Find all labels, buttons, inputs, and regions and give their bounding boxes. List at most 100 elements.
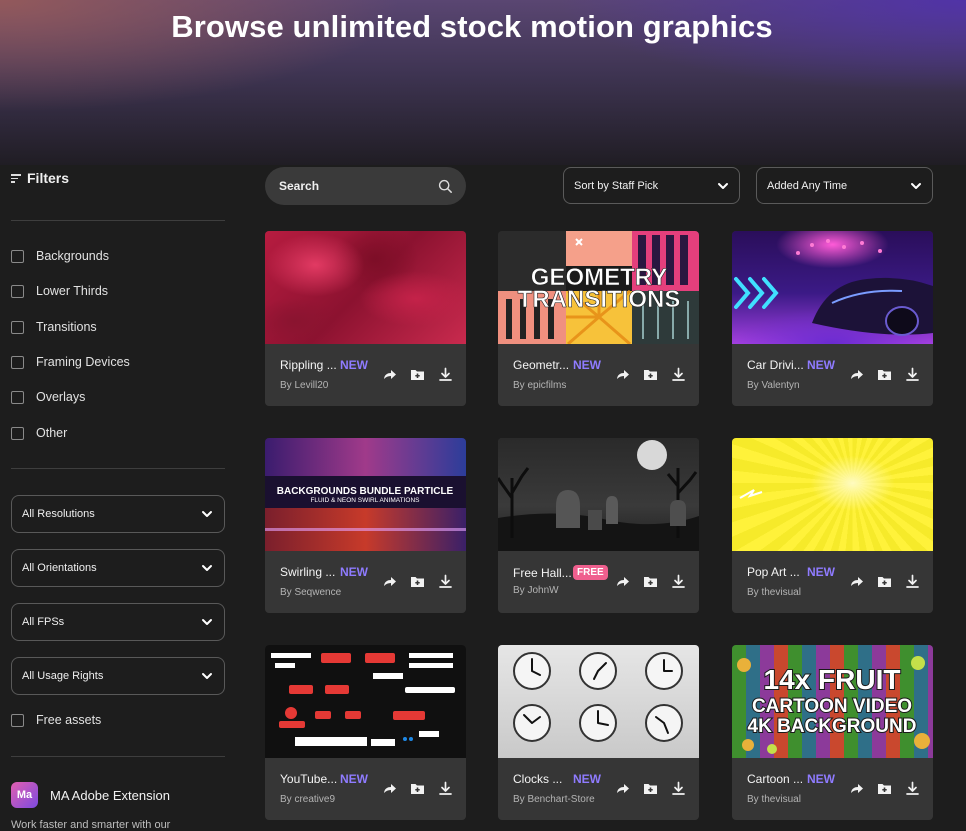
extension-title[interactable]: MA Adobe Extension xyxy=(50,788,170,803)
add-to-folder-icon[interactable] xyxy=(410,574,425,589)
filters-heading[interactable]: Filters xyxy=(11,170,69,186)
pop-art-thumbnail-art xyxy=(739,489,763,499)
orientation-select[interactable]: All Orientations xyxy=(11,549,225,587)
thumbnail[interactable] xyxy=(265,231,466,344)
add-to-folder-icon[interactable] xyxy=(643,781,658,796)
asset-card[interactable]: Free Hall... FREE By JohnW xyxy=(498,438,699,613)
card-title[interactable]: YouTube... xyxy=(280,772,338,786)
add-to-folder-icon[interactable] xyxy=(877,367,892,382)
share-icon[interactable] xyxy=(615,781,630,796)
thumbnail[interactable] xyxy=(498,438,699,551)
category-backgrounds[interactable]: Backgrounds xyxy=(11,249,109,263)
share-icon[interactable] xyxy=(615,367,630,382)
download-icon[interactable] xyxy=(671,367,686,382)
hero-title: Browse unlimited stock motion graphics xyxy=(171,9,773,44)
card-title[interactable]: Free Hall... xyxy=(513,566,571,580)
card-title[interactable]: Clocks ... xyxy=(513,772,571,786)
category-framing-devices[interactable]: Framing Devices xyxy=(11,355,130,369)
chevron-down-icon xyxy=(202,673,212,679)
thumbnail[interactable]: BACKGROUNDS BUNDLE PARTICLE FLUID & NEON… xyxy=(265,438,466,551)
fps-select[interactable]: All FPSs xyxy=(11,603,225,641)
card-author[interactable]: By creative9 xyxy=(280,794,335,805)
download-icon[interactable] xyxy=(905,367,920,382)
category-overlays[interactable]: Overlays xyxy=(11,390,85,404)
card-author[interactable]: By thevisual xyxy=(747,794,801,805)
checkbox[interactable] xyxy=(11,320,24,334)
add-to-folder-icon[interactable] xyxy=(643,367,658,382)
share-icon[interactable] xyxy=(382,781,397,796)
share-icon[interactable] xyxy=(849,781,864,796)
add-to-folder-icon[interactable] xyxy=(877,574,892,589)
asset-card[interactable]: BACKGROUNDS BUNDLE PARTICLE FLUID & NEON… xyxy=(265,438,466,613)
thumbnail[interactable] xyxy=(732,438,933,551)
thumb-text-transitions: TRANSITIONS xyxy=(518,286,681,313)
asset-card[interactable]: Pop Art ... NEW By thevisual xyxy=(732,438,933,613)
download-icon[interactable] xyxy=(905,574,920,589)
asset-card[interactable]: 14x FRUIT CARTOON VIDEO 4K BACKGROUND Ca… xyxy=(732,645,933,820)
card-author[interactable]: By JohnW xyxy=(513,585,559,596)
sort-select[interactable]: Sort by Staff Pick xyxy=(563,167,740,204)
category-transitions[interactable]: Transitions xyxy=(11,320,97,334)
download-icon[interactable] xyxy=(905,781,920,796)
share-icon[interactable] xyxy=(849,574,864,589)
download-icon[interactable] xyxy=(671,781,686,796)
download-icon[interactable] xyxy=(438,367,453,382)
checkbox[interactable] xyxy=(11,713,24,727)
share-icon[interactable] xyxy=(849,367,864,382)
download-icon[interactable] xyxy=(438,781,453,796)
checkbox[interactable] xyxy=(11,390,24,404)
search-icon[interactable] xyxy=(438,179,453,194)
card-title[interactable]: Geometr... xyxy=(513,358,571,372)
new-badge: NEW xyxy=(340,772,368,786)
add-to-folder-icon[interactable] xyxy=(410,781,425,796)
add-to-folder-icon[interactable] xyxy=(410,367,425,382)
search-input[interactable] xyxy=(279,179,419,193)
category-other[interactable]: Other xyxy=(11,426,67,440)
card-title[interactable]: Car Drivi... xyxy=(747,358,805,372)
category-label: Framing Devices xyxy=(36,355,130,369)
category-lower-thirds[interactable]: Lower Thirds xyxy=(11,284,108,298)
asset-card[interactable]: YouTube... NEW By creative9 xyxy=(265,645,466,820)
add-to-folder-icon[interactable] xyxy=(877,781,892,796)
asset-card[interactable]: GEOMETRY TRANSITIONS Geometr... NEW By e… xyxy=(498,231,699,406)
free-assets-label: Free assets xyxy=(36,713,102,727)
thumbnail[interactable]: 14x FRUIT CARTOON VIDEO 4K BACKGROUND xyxy=(732,645,933,758)
asset-card[interactable]: Car Drivi... NEW By Valentyn xyxy=(732,231,933,406)
card-title[interactable]: Swirling ... xyxy=(280,565,338,579)
time-select[interactable]: Added Any Time xyxy=(756,167,933,204)
asset-card[interactable]: Clocks ... NEW By Benchart-Store xyxy=(498,645,699,820)
checkbox[interactable] xyxy=(11,284,24,298)
divider xyxy=(11,220,225,221)
thumbnail[interactable] xyxy=(498,645,699,758)
thumbnail[interactable] xyxy=(265,645,466,758)
resolution-select[interactable]: All Resolutions xyxy=(11,495,225,533)
asset-card[interactable]: Rippling ... NEW By Levill20 xyxy=(265,231,466,406)
card-author[interactable]: By epicfilms xyxy=(513,380,566,391)
new-badge: NEW xyxy=(573,772,601,786)
thumbnail[interactable]: GEOMETRY TRANSITIONS xyxy=(498,231,699,344)
share-icon[interactable] xyxy=(382,574,397,589)
card-title[interactable]: Pop Art ... xyxy=(747,565,805,579)
checkbox[interactable] xyxy=(11,355,24,369)
checkbox[interactable] xyxy=(11,426,24,440)
add-to-folder-icon[interactable] xyxy=(643,574,658,589)
card-author[interactable]: By Valentyn xyxy=(747,380,800,391)
card-title[interactable]: Cartoon ... xyxy=(747,772,805,786)
search-bar[interactable] xyxy=(265,167,466,205)
free-assets-filter[interactable]: Free assets xyxy=(11,713,101,727)
select-value: All Orientations xyxy=(22,562,97,574)
card-title[interactable]: Rippling ... xyxy=(280,358,338,372)
download-icon[interactable] xyxy=(671,574,686,589)
usage-rights-select[interactable]: All Usage Rights xyxy=(11,657,225,695)
card-author[interactable]: By Seqwence xyxy=(280,587,341,598)
share-icon[interactable] xyxy=(382,367,397,382)
thumbnail[interactable] xyxy=(732,231,933,344)
chevron-down-icon xyxy=(202,565,212,571)
card-author[interactable]: By Levill20 xyxy=(280,380,328,391)
card-author[interactable]: By thevisual xyxy=(747,587,801,598)
share-icon[interactable] xyxy=(615,574,630,589)
card-author[interactable]: By Benchart-Store xyxy=(513,794,595,805)
download-icon[interactable] xyxy=(438,574,453,589)
checkbox[interactable] xyxy=(11,249,24,263)
filters-label: Filters xyxy=(27,170,70,186)
